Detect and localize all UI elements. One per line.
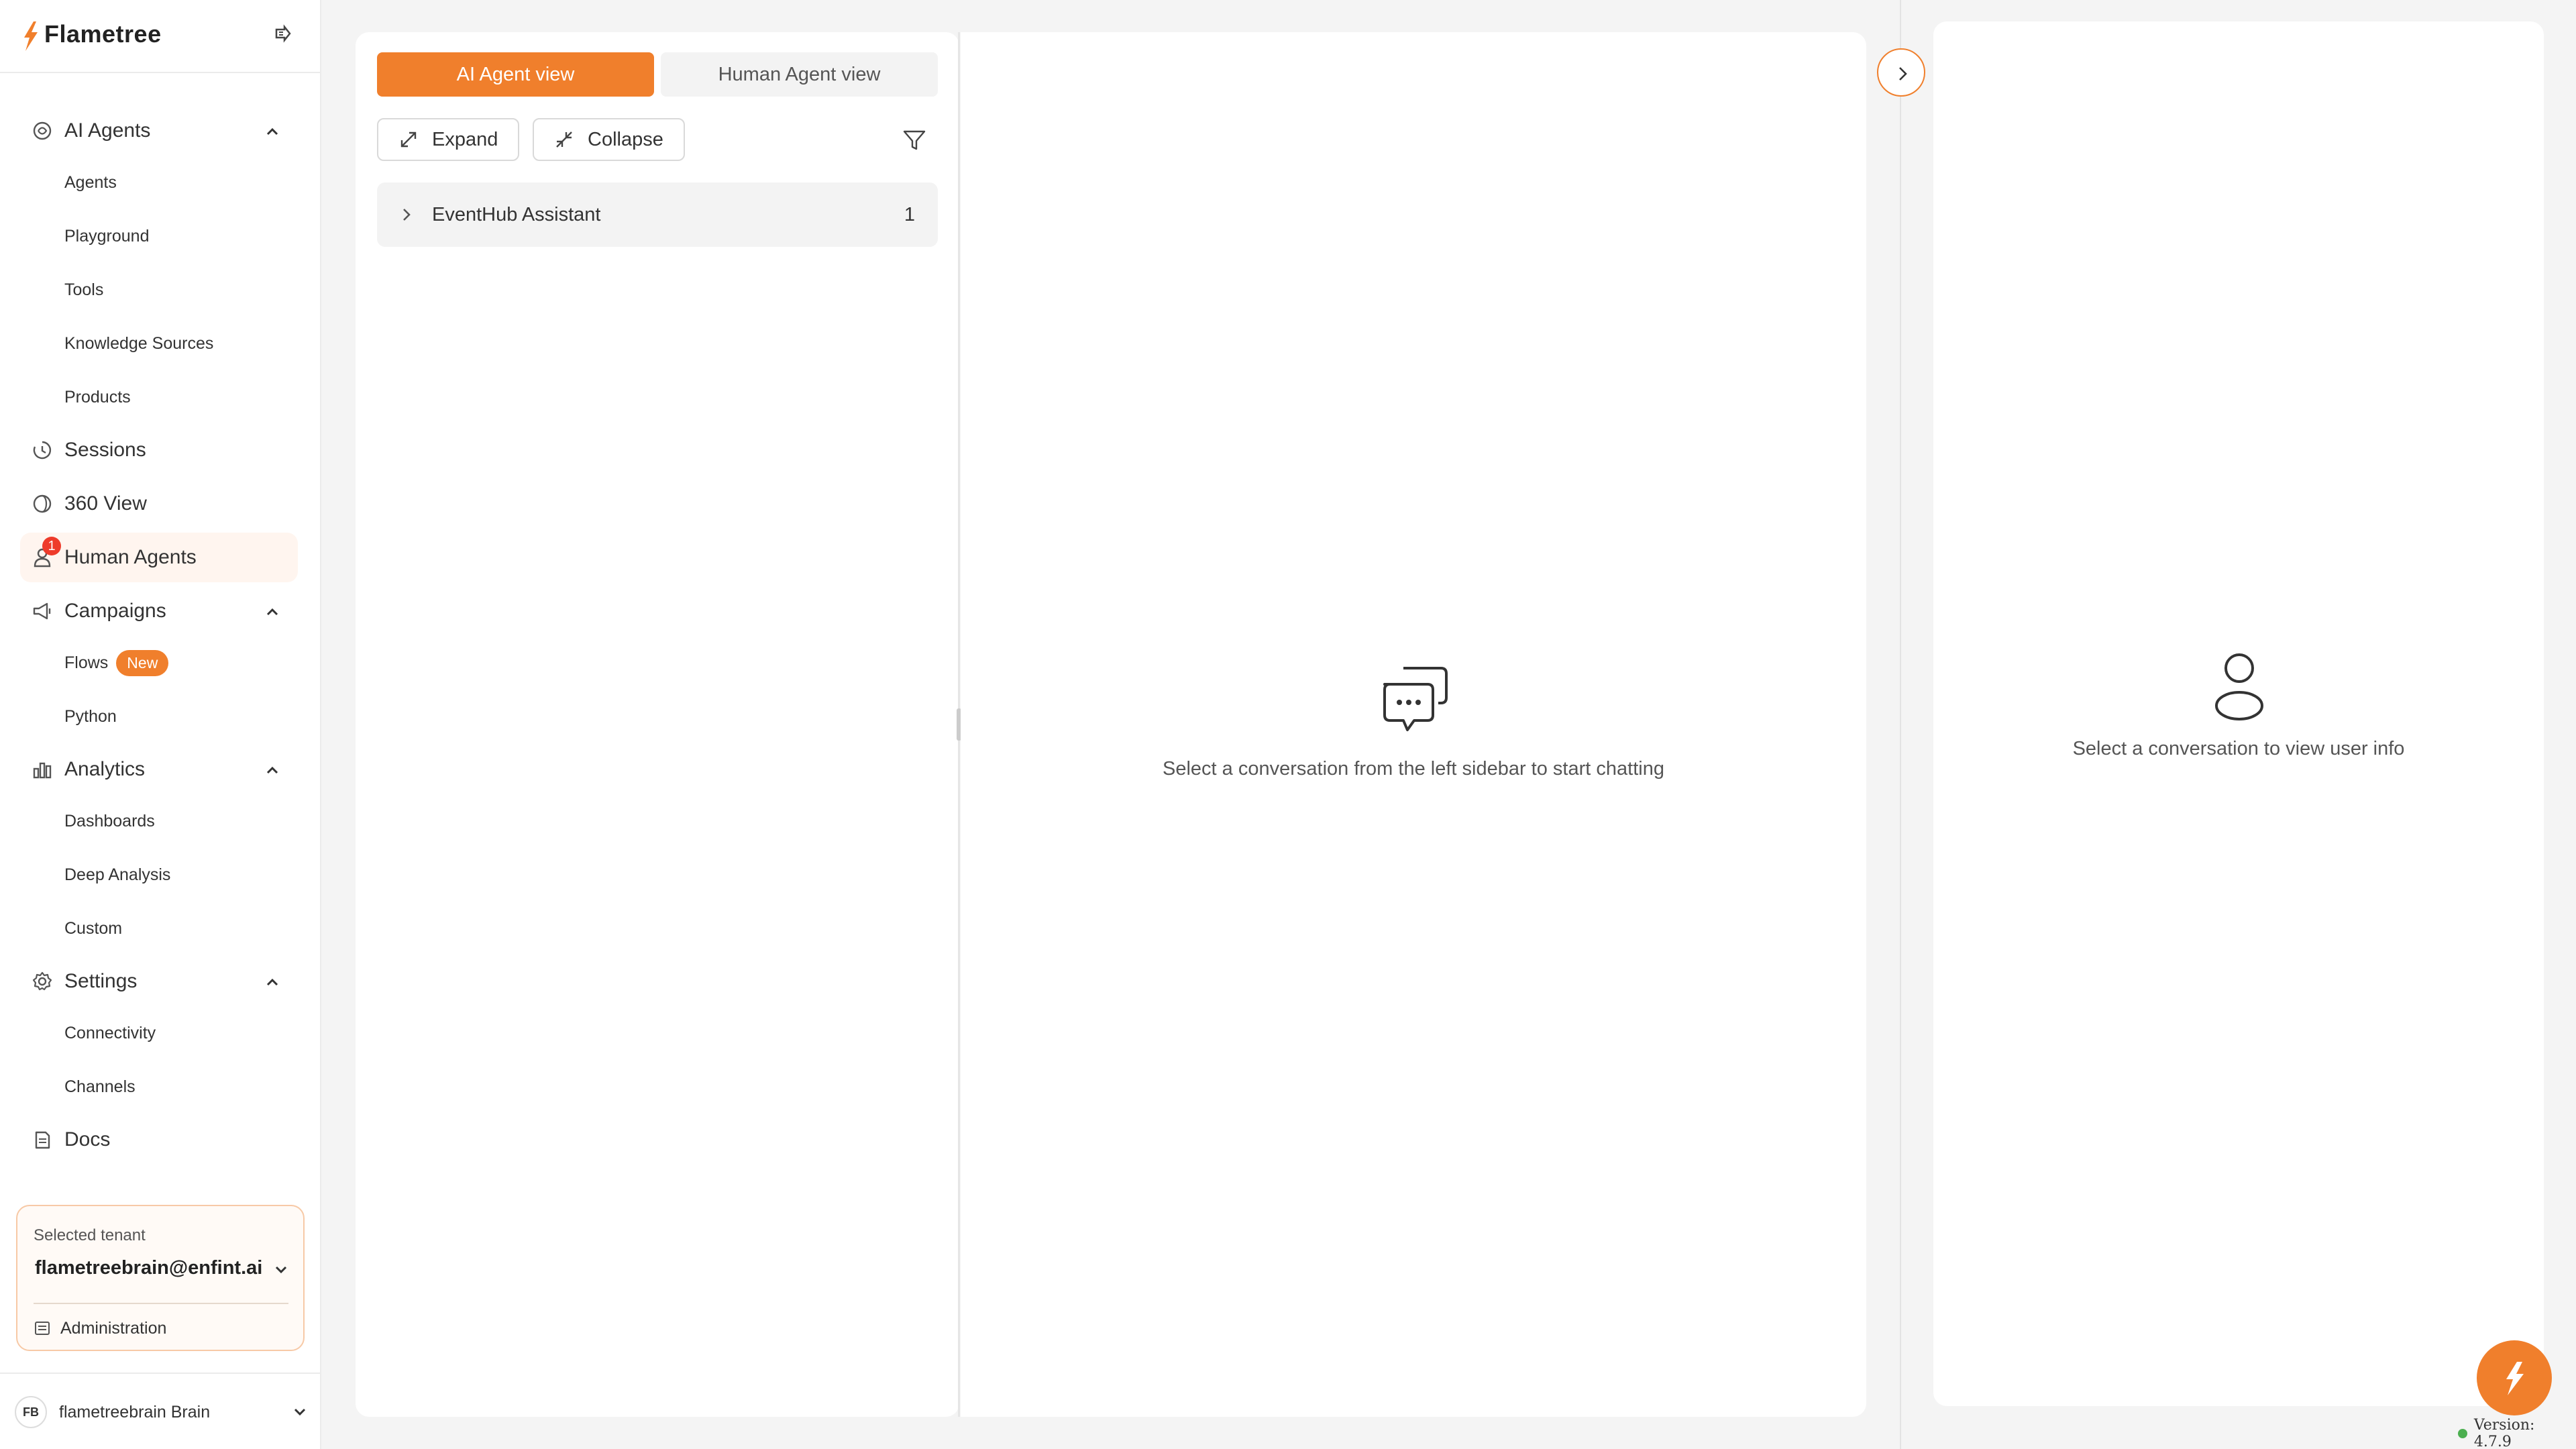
chevron-right-icon xyxy=(1899,67,1907,80)
sub-item-flows[interactable]: Flows New xyxy=(64,643,169,683)
filter-icon[interactable] xyxy=(902,127,927,153)
nav-human-agents[interactable]: Human Agents 1 xyxy=(20,533,298,582)
chevron-up-icon[interactable] xyxy=(263,973,282,991)
user-info-empty-message: Select a conversation to view user info xyxy=(2072,738,2405,759)
conversation-list-panel: AI Agent view Human Agent view Expand Co… xyxy=(356,32,959,1417)
divider xyxy=(0,1373,320,1374)
nav-label: Campaigns xyxy=(64,600,166,622)
agent-group-row[interactable]: EventHub Assistant 1 xyxy=(377,182,938,247)
nav-label: 360 View xyxy=(64,492,147,515)
nav-label: AI Agents xyxy=(64,119,151,142)
user-menu[interactable]: FB flametreebrain Brain xyxy=(15,1395,310,1429)
sub-item-dashboards[interactable]: Dashboards xyxy=(64,801,155,841)
ai-agents-icon xyxy=(33,121,52,140)
brand-header: Flametree xyxy=(0,0,320,73)
user-icon xyxy=(2215,653,2263,720)
collapse-label: Collapse xyxy=(588,128,663,150)
nav-ai-agents[interactable]: AI Agents xyxy=(20,106,298,156)
user-info-panel: Select a conversation to view user info xyxy=(1933,21,2544,1406)
tenant-card: Selected tenant flametreebrain@enfint.ai… xyxy=(16,1205,305,1351)
chat-bubbles-icon xyxy=(1383,667,1448,731)
nav-label: Settings xyxy=(64,970,138,992)
avatar: FB xyxy=(15,1396,47,1428)
expand-button[interactable]: Expand xyxy=(377,118,520,161)
analytics-icon xyxy=(33,762,52,779)
nav-sessions[interactable]: Sessions xyxy=(20,425,298,475)
chat-panel: Select a conversation from the left side… xyxy=(961,32,1866,1417)
sub-item-products[interactable]: Products xyxy=(64,377,131,417)
nav-campaigns[interactable]: Campaigns xyxy=(20,586,298,636)
user-name: flametreebrain Brain xyxy=(59,1402,211,1421)
chevron-up-icon[interactable] xyxy=(263,761,282,780)
chevron-up-icon[interactable] xyxy=(263,122,282,141)
nav-label: Analytics xyxy=(64,758,146,780)
sidebar: Flametree AI Agents Agents Playground To… xyxy=(0,0,321,1449)
app-root: Flametree AI Agents Agents Playground To… xyxy=(0,0,2576,1449)
expand-icon xyxy=(400,131,417,148)
sub-item-python[interactable]: Python xyxy=(64,696,117,737)
administration-label: Administration xyxy=(60,1318,167,1338)
sub-item-custom[interactable]: Custom xyxy=(64,908,122,949)
divider xyxy=(34,1303,288,1304)
settings-icon xyxy=(32,971,52,991)
administration-link[interactable]: Administration xyxy=(34,1315,166,1342)
chevron-down-icon[interactable] xyxy=(290,1402,310,1422)
administration-icon xyxy=(35,1322,50,1335)
chat-empty-message: Select a conversation from the left side… xyxy=(1163,758,1664,780)
chevron-up-icon[interactable] xyxy=(263,602,282,621)
sub-item-playground[interactable]: Playground xyxy=(64,216,149,256)
nav-label: Human Agents xyxy=(64,546,197,568)
nav-analytics[interactable]: Analytics xyxy=(20,745,298,794)
campaigns-icon xyxy=(33,602,51,620)
sub-item-knowledge-sources[interactable]: Knowledge Sources xyxy=(64,323,213,364)
sub-item-label: Flows xyxy=(64,653,109,672)
version-label: Version: 4.7.9 xyxy=(2458,1417,2576,1449)
pin-sidebar-icon[interactable] xyxy=(272,23,294,44)
version-text: Version: 4.7.9 xyxy=(2473,1417,2535,1449)
notification-badge: 1 xyxy=(42,537,61,555)
sub-item-connectivity[interactable]: Connectivity xyxy=(64,1013,156,1053)
tab-ai-agent-view[interactable]: AI Agent view xyxy=(377,52,654,97)
sub-item-tools[interactable]: Tools xyxy=(64,270,103,310)
panel-divider xyxy=(1900,0,1901,1449)
agent-group-count: 1 xyxy=(904,204,915,225)
nav-docs[interactable]: Docs xyxy=(20,1115,298,1165)
flametree-logo-icon xyxy=(24,21,38,51)
expand-label: Expand xyxy=(432,128,498,150)
sub-item-channels[interactable]: Channels xyxy=(64,1067,136,1107)
tab-human-agent-view[interactable]: Human Agent view xyxy=(661,52,938,97)
view-toggle: AI Agent view Human Agent view xyxy=(377,52,938,97)
nav-label: Docs xyxy=(64,1128,111,1150)
flametree-logo-icon xyxy=(2506,1362,2524,1395)
docs-icon xyxy=(35,1131,50,1149)
assistant-chat-button[interactable] xyxy=(2477,1340,2552,1415)
nav-label: Sessions xyxy=(64,439,146,461)
sub-item-agents[interactable]: Agents xyxy=(64,162,117,203)
tenant-label: Selected tenant xyxy=(34,1226,146,1244)
chevron-right-icon xyxy=(403,209,411,221)
agent-group-name: EventHub Assistant xyxy=(432,203,601,225)
sessions-icon xyxy=(33,441,52,460)
collapse-icon xyxy=(556,131,572,148)
360-view-icon xyxy=(33,494,52,513)
nav-settings[interactable]: Settings xyxy=(20,957,298,1006)
nav-360-view[interactable]: 360 View xyxy=(20,479,298,529)
sub-item-deep-analysis[interactable]: Deep Analysis xyxy=(64,855,170,895)
chevron-down-icon[interactable] xyxy=(271,1260,291,1280)
status-dot xyxy=(2458,1429,2467,1438)
new-badge: New xyxy=(116,649,169,676)
tenant-select[interactable]: flametreebrain@enfint.ai xyxy=(35,1257,262,1279)
collapse-button[interactable]: Collapse xyxy=(533,118,685,161)
brand-name: Flametree xyxy=(44,20,162,48)
toggle-user-info-button[interactable] xyxy=(1877,48,1925,97)
